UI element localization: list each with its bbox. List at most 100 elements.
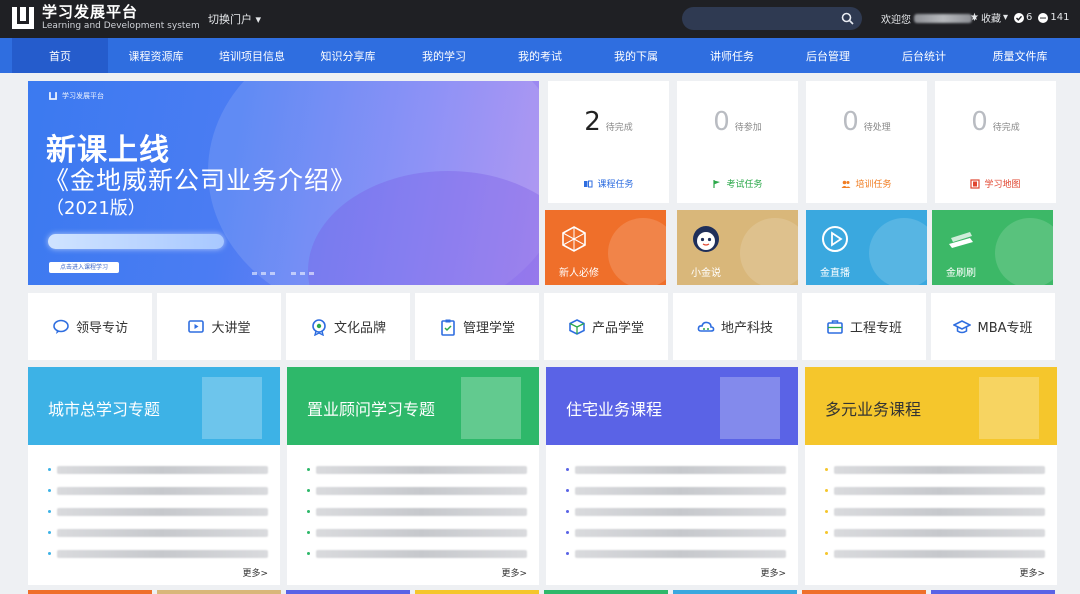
box-icon [569, 318, 585, 335]
list-item[interactable] [566, 522, 786, 543]
carousel-dot[interactable] [270, 272, 275, 275]
tile-quiz[interactable]: 金刷刷 [932, 210, 1053, 285]
main-nav: 首页 课程资源库 培训项目信息 知识分享库 我的学习 我的考试 我的下属 讲师任… [0, 38, 1080, 73]
topic-title: 城市总学习专题 [48, 400, 161, 419]
list-item[interactable] [307, 543, 527, 564]
stat-card-course[interactable]: 2 待完成 课程任务 [548, 81, 669, 203]
list-item[interactable] [825, 543, 1045, 564]
favorites-menu[interactable]: ★ 收藏 ▾ [970, 10, 1008, 25]
category-culture-brand[interactable]: 文化品牌 [286, 293, 410, 360]
carousel-dot[interactable] [261, 272, 266, 275]
list-item[interactable] [566, 480, 786, 501]
nav-item-knowledge-share[interactable]: 知识分享库 [300, 38, 396, 73]
more-link[interactable]: 更多> [760, 566, 786, 579]
list-item[interactable] [825, 459, 1045, 480]
list-item[interactable] [566, 459, 786, 480]
message-count[interactable]: 141 [1038, 12, 1069, 23]
banner-logo: 学习发展平台 [48, 91, 104, 101]
nav-item-admin[interactable]: 后台管理 [780, 38, 876, 73]
promo-banner[interactable]: 学习发展平台 新课上线 《金地威新公司业务介绍》 （2021版） 点击进入课程学… [28, 81, 539, 285]
list-item[interactable] [825, 480, 1045, 501]
nav-item-course-library[interactable]: 课程资源库 [108, 38, 204, 73]
banner-enter-button[interactable]: 点击进入课程学习 [49, 262, 119, 273]
list-item[interactable] [307, 522, 527, 543]
list-item[interactable] [48, 459, 268, 480]
category-proptech[interactable]: 地产科技 [673, 293, 797, 360]
nav-item-home[interactable]: 首页 [12, 38, 108, 73]
cloud-icon [697, 321, 715, 332]
nav-item-statistics[interactable]: 后台统计 [876, 38, 972, 73]
chat-bubble-icon [461, 377, 521, 439]
nav-item-quality-docs[interactable]: 质量文件库 [972, 38, 1068, 73]
category-leader-interview[interactable]: 领导专访 [28, 293, 152, 360]
category-management[interactable]: 管理学堂 [415, 293, 539, 360]
list-item[interactable] [825, 522, 1045, 543]
list-item[interactable] [307, 480, 527, 501]
topic-card-residential[interactable]: 住宅业务课程 更多> [546, 367, 798, 585]
portal-switch-dropdown[interactable]: 切换门户 ▾ [208, 11, 261, 27]
topic-card-sales-consultant[interactable]: 置业顾问学习专题 更多> [287, 367, 539, 585]
carousel-dot[interactable] [300, 272, 305, 275]
nav-item-my-subordinates[interactable]: 我的下属 [588, 38, 684, 73]
stat-card-exam[interactable]: 0 待参加 考试任务 [677, 81, 798, 203]
list-item[interactable] [825, 501, 1045, 522]
list-item[interactable] [566, 543, 786, 564]
nav-item-my-exams[interactable]: 我的考试 [492, 38, 588, 73]
stat-link-exam[interactable]: 考试任务 [677, 177, 798, 190]
nav-item-training-projects[interactable]: 培训项目信息 [204, 38, 300, 73]
logo-mark-icon [49, 92, 57, 100]
carousel-dot[interactable] [309, 272, 314, 275]
nav-item-lecturer-tasks[interactable]: 讲师任务 [684, 38, 780, 73]
stat-card-map[interactable]: 0 待完成 学习地图 [935, 81, 1056, 203]
list-item[interactable] [307, 501, 527, 522]
list-item[interactable] [48, 522, 268, 543]
map-icon [970, 178, 981, 189]
search-icon[interactable] [841, 12, 854, 25]
list-item[interactable] [48, 543, 268, 564]
more-link[interactable]: 更多> [501, 566, 527, 579]
category-mba[interactable]: MBA专班 [931, 293, 1055, 360]
topic-card-diversified[interactable]: 多元业务课程 更多> [805, 367, 1057, 585]
books-icon [949, 232, 973, 248]
carousel-indicators[interactable] [252, 272, 314, 275]
building-icon [720, 377, 780, 439]
topic-header[interactable]: 住宅业务课程 [546, 367, 798, 445]
tile-xiaojin[interactable]: 小金说 [677, 210, 798, 285]
list-item[interactable] [307, 459, 527, 480]
category-engineering[interactable]: 工程专班 [802, 293, 926, 360]
more-link[interactable]: 更多> [1019, 566, 1045, 579]
search-input[interactable] [682, 7, 832, 31]
stat-card-training[interactable]: 0 待处理 培训任务 [806, 81, 927, 203]
mascot-icon [693, 226, 719, 252]
platform-logo[interactable]: 学习发展平台 Learning and Development system [10, 4, 200, 32]
tile-live[interactable]: 金直播 [806, 210, 927, 285]
welcome-user[interactable]: 欢迎您 ▾ [881, 11, 977, 26]
list-item[interactable] [48, 480, 268, 501]
topic-header[interactable]: 置业顾问学习专题 [287, 367, 539, 445]
tile-newcomer[interactable]: 新人必修 [545, 210, 666, 285]
stat-link-course[interactable]: 课程任务 [548, 177, 669, 190]
search-box[interactable] [682, 7, 862, 31]
topic-list [566, 459, 786, 564]
topic-header[interactable]: 城市总学习专题 [28, 367, 280, 445]
category-lecture-hall[interactable]: 大讲堂 [157, 293, 281, 360]
carousel-dot[interactable] [291, 272, 296, 275]
more-link[interactable]: 更多> [242, 566, 268, 579]
category-product[interactable]: 产品学堂 [544, 293, 668, 360]
topic-header[interactable]: 多元业务课程 [805, 367, 1057, 445]
topic-list [307, 459, 527, 564]
list-item[interactable] [48, 501, 268, 522]
list-item[interactable] [566, 501, 786, 522]
topic-list [48, 459, 268, 564]
nav-item-my-learning[interactable]: 我的学习 [396, 38, 492, 73]
welcome-label: 欢迎您 [881, 15, 911, 26]
stat-link-map[interactable]: 学习地图 [935, 177, 1056, 190]
cube-icon [562, 226, 586, 252]
carousel-dot[interactable] [252, 272, 257, 275]
video-icon [188, 319, 205, 333]
stat-link-training[interactable]: 培训任务 [806, 177, 927, 190]
next-row-strip [28, 590, 152, 594]
tile-label: 金刷刷 [946, 268, 976, 279]
task-count[interactable]: 6 [1014, 12, 1032, 23]
topic-card-city[interactable]: 城市总学习专题 更多> [28, 367, 280, 585]
